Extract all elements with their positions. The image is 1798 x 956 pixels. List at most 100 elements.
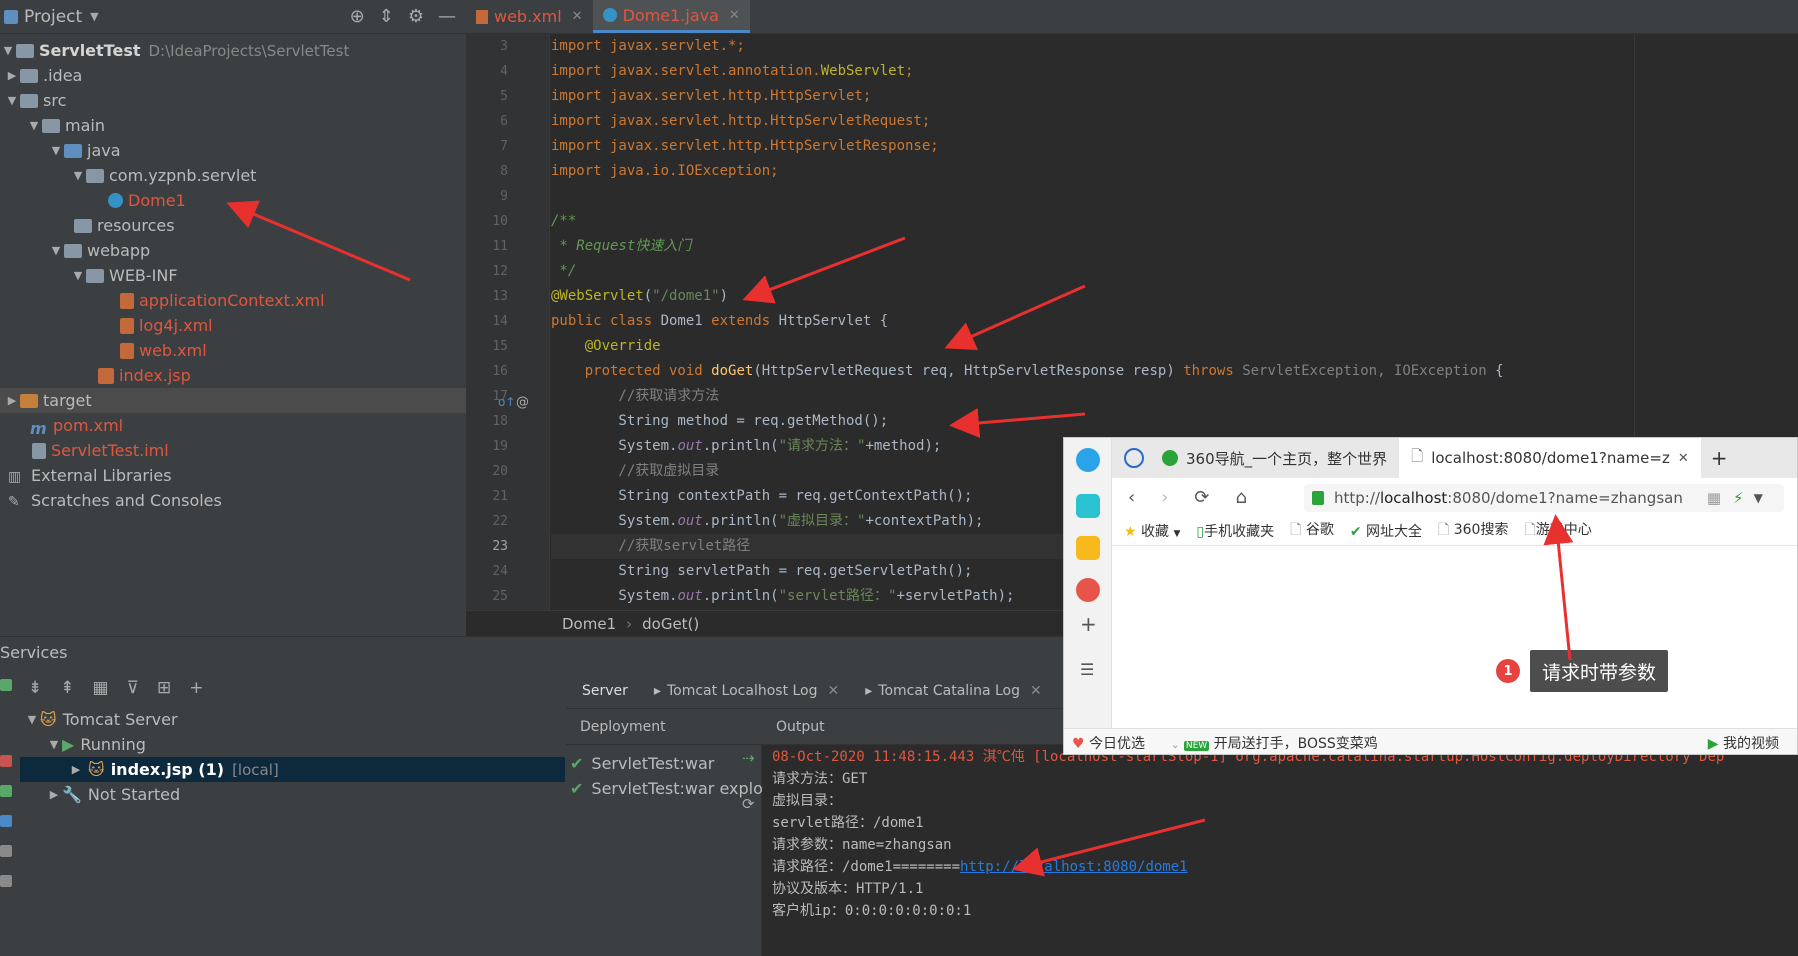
output-link[interactable]: http://localhost:8080/dome1 [960, 859, 1188, 875]
redeploy-icon[interactable]: ⇢ [742, 749, 755, 767]
close-icon[interactable]: ✕ [828, 683, 840, 699]
tree-item-pom-xml[interactable]: m pom.xml [0, 413, 466, 438]
chevron-down-icon[interactable]: ▼ [4, 94, 20, 107]
breadcrumb-item[interactable]: Dome1 [562, 615, 616, 633]
project-panel-title[interactable]: Project [24, 7, 82, 27]
tree-item-web-inf[interactable]: ▼ WEB-INF [0, 263, 466, 288]
tree-item-applicationcontext-xml[interactable]: applicationContext.xml [0, 288, 466, 313]
close-icon[interactable]: ✕ [1678, 451, 1689, 466]
add-icon[interactable]: + [1080, 612, 1097, 636]
chevron-right-icon[interactable]: ▶ [68, 763, 84, 776]
tree-item-target[interactable]: ▶ target [0, 388, 466, 413]
tree-item-servlettest-iml[interactable]: ServletTest.iml [0, 438, 466, 463]
bookmark-mobile[interactable]: ▯手机收藏夹 [1196, 521, 1274, 541]
chevron-down-icon[interactable]: ▼ [24, 713, 40, 726]
tree-item-package[interactable]: ▼ com.yzpnb.servlet [0, 163, 466, 188]
tree-item-external-libraries[interactable]: ▥ External Libraries [0, 463, 466, 488]
service-index-jsp[interactable]: ▶ 🐱 index.jsp (1) [local] [20, 757, 565, 782]
tree-item-index-jsp[interactable]: index.jsp [0, 363, 466, 388]
tree-item-webapp[interactable]: ▼ webapp [0, 238, 466, 263]
minimize-icon[interactable]: — [438, 6, 456, 27]
address-bar[interactable]: http://localhost:8080/dome1?name=zhangsa… [1304, 484, 1784, 512]
locate-icon[interactable]: ⊕ [350, 6, 365, 27]
rerun-icon[interactable] [0, 679, 12, 691]
tab-catalina-log[interactable]: ▸ Tomcat Catalina Log ✕ [865, 683, 1041, 699]
override-gutter-icon[interactable]: o↑ [498, 395, 515, 409]
chevron-down-icon[interactable]: ▼ [70, 269, 86, 282]
chevron-down-icon[interactable]: ▼ [48, 144, 64, 157]
code-token: @WebServlet [551, 288, 644, 304]
chevron-down-icon[interactable]: ▼ [48, 244, 64, 257]
status-video[interactable]: ▶ 我的视频 [1708, 733, 1779, 753]
chevron-right-icon[interactable]: ▶ [4, 394, 20, 407]
tab-dome1-java[interactable]: Dome1.java ✕ [592, 0, 750, 33]
service-running[interactable]: ▼ ▶ Running [20, 732, 565, 757]
output-console[interactable]: 08-Oct-2020 11:48:15.443 淇℃伅 [localhost-… [762, 745, 1798, 956]
sidebar-app-icon[interactable] [1076, 494, 1100, 518]
reload-icon[interactable]: ⟳ [1194, 487, 1209, 508]
refresh-icon[interactable] [0, 845, 12, 857]
breadcrumb-item[interactable]: doGet() [642, 615, 699, 633]
close-icon[interactable]: ✕ [1030, 683, 1042, 699]
layout-icon[interactable] [0, 875, 12, 887]
tree-item-web-xml[interactable]: web.xml [0, 338, 466, 363]
menu-icon[interactable]: ☰ [1080, 660, 1094, 679]
debug-icon[interactable] [0, 815, 12, 827]
tree-item-log4j-xml[interactable]: log4j.xml [0, 313, 466, 338]
folder-icon [20, 93, 38, 108]
status-today[interactable]: ♥ 今日优选 [1072, 733, 1145, 753]
collapse-all-icon[interactable]: ⇕ [379, 6, 394, 27]
gear-icon[interactable]: ⚙ [408, 6, 424, 27]
expand-all-icon[interactable]: ⇟ [28, 678, 42, 698]
deploy-icon[interactable] [0, 785, 12, 797]
stop-icon[interactable] [0, 755, 12, 767]
bookmark-google[interactable]: 🗋 谷歌 [1290, 519, 1334, 543]
new-tab-icon[interactable]: ⊞ [157, 678, 171, 698]
browser-tab-360[interactable]: 360导航_一个主页，整个世界 [1112, 438, 1399, 478]
chevron-down-icon[interactable]: ▼ [70, 169, 86, 182]
star-icon[interactable] [1076, 536, 1100, 560]
service-tomcat-server[interactable]: ▼ 🐱 Tomcat Server [20, 707, 565, 732]
tree-item-resources[interactable]: resources [0, 213, 466, 238]
lightning-icon[interactable]: ⚡ [1733, 489, 1744, 507]
service-not-started[interactable]: ▶ 🔧 Not Started [20, 782, 565, 807]
chevron-right-icon[interactable]: ▶ [46, 788, 62, 801]
chevron-down-icon[interactable]: ▼ [90, 10, 98, 23]
group-icon[interactable]: ▦ [93, 678, 109, 698]
back-icon[interactable]: ‹ [1128, 487, 1135, 508]
weibo-icon[interactable] [1076, 578, 1100, 602]
collapse-all-icon[interactable]: ⇞ [60, 678, 74, 698]
bookmark-favorites[interactable]: ★ 收藏 ▼ [1124, 521, 1180, 541]
home-icon[interactable]: ⌂ [1236, 487, 1247, 508]
tab-server[interactable]: Server [582, 683, 628, 699]
browser-logo-icon[interactable] [1076, 448, 1100, 472]
refresh-icon[interactable]: ⟳ [742, 795, 755, 813]
tree-root-servlettest[interactable]: ▼ ServletTest D:\IdeaProjects\ServletTes… [0, 38, 466, 63]
chevron-down-icon[interactable]: ▼ [1754, 491, 1763, 505]
bookmark-hao123[interactable]: ✔ 网址大全 [1350, 521, 1422, 541]
annotation-gutter-icon[interactable]: @ [516, 395, 529, 410]
tab-web-xml[interactable]: web.xml ✕ [466, 0, 593, 33]
chevron-down-icon[interactable]: ▼ [46, 738, 62, 751]
tree-item-main[interactable]: ▼ main [0, 113, 466, 138]
bookmark-games[interactable]: 🗋游戏中心 [1524, 519, 1591, 543]
bookmark-360-search[interactable]: 🗋 360搜索 [1438, 519, 1508, 543]
tree-item-src[interactable]: ▼ src [0, 88, 466, 113]
tree-item-java[interactable]: ▼ java [0, 138, 466, 163]
close-icon[interactable]: ✕ [572, 9, 583, 24]
tree-item-idea[interactable]: ▶ .idea [0, 63, 466, 88]
browser-tab-localhost[interactable]: 🗋 localhost:8080/dome1?name=z ✕ [1399, 438, 1701, 478]
status-game-ad[interactable]: ⌄ NEW 开局送打手，BOSS变菜鸡 [1171, 733, 1378, 753]
chevron-right-icon[interactable]: ▶ [4, 69, 20, 82]
qr-code-icon[interactable]: ▦ [1707, 489, 1721, 507]
filter-icon[interactable]: ⊽ [127, 678, 139, 698]
tree-item-scratches[interactable]: ✎ Scratches and Consoles [0, 488, 466, 513]
add-service-icon[interactable]: + [189, 678, 203, 698]
tab-localhost-log[interactable]: ▸ Tomcat Localhost Log ✕ [654, 683, 839, 699]
new-tab-icon[interactable]: + [1711, 446, 1728, 470]
close-icon[interactable]: ✕ [729, 8, 740, 23]
tree-item-dome1[interactable]: Dome1 [0, 188, 466, 213]
chevron-down-icon[interactable]: ▼ [0, 44, 16, 57]
chevron-down-icon[interactable]: ▼ [26, 119, 42, 132]
forward-icon[interactable]: › [1161, 487, 1168, 508]
